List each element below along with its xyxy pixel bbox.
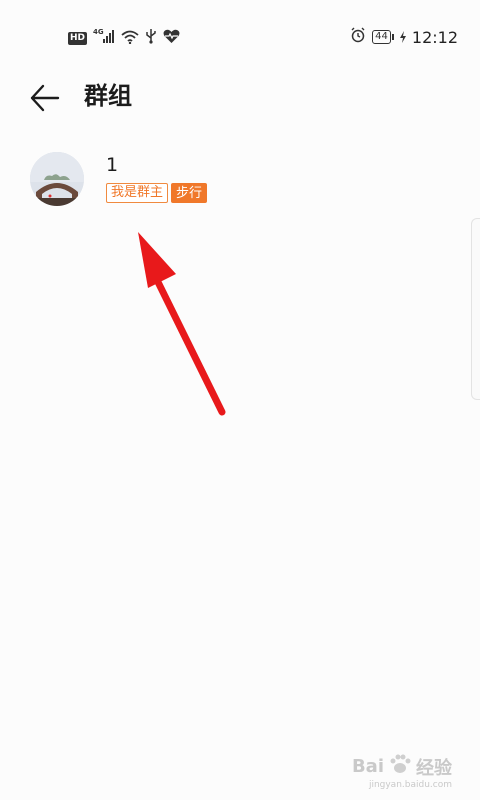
watermark-sub: jingyan.baidu.com bbox=[368, 780, 452, 790]
health-icon bbox=[163, 29, 180, 48]
usb-icon bbox=[145, 28, 157, 48]
owner-tag: 我是群主 bbox=[106, 183, 169, 203]
status-bar: HD 4G 44 12:12 bbox=[0, 0, 480, 76]
watermark-text-2: 经验 bbox=[416, 757, 452, 779]
page-title: 群组 bbox=[84, 82, 132, 110]
battery-level: 44 bbox=[372, 30, 391, 44]
status-left: HD 4G bbox=[68, 28, 180, 48]
walk-tag: 步行 bbox=[171, 183, 208, 203]
battery-tip bbox=[391, 34, 394, 40]
title-bar: 群组 bbox=[0, 76, 480, 116]
avatar-photo bbox=[30, 152, 84, 206]
charging-icon bbox=[399, 28, 406, 47]
paw-icon bbox=[388, 753, 412, 780]
status-right: 44 12:12 bbox=[350, 27, 458, 47]
hd-badge: HD bbox=[68, 31, 88, 45]
watermark-text: Bai bbox=[351, 756, 384, 777]
wifi-icon bbox=[121, 29, 139, 48]
baidu-watermark: Bai 经验 jingyan.baidu.com bbox=[351, 753, 452, 790]
annotation-arrow-icon bbox=[138, 232, 226, 416]
network-label: 4G bbox=[93, 28, 104, 36]
back-button[interactable] bbox=[28, 80, 60, 112]
alarm-icon bbox=[350, 27, 366, 47]
group-avatar bbox=[30, 152, 84, 206]
side-scroll-handle[interactable] bbox=[471, 218, 480, 400]
group-name: 1 bbox=[106, 154, 119, 176]
group-list-item[interactable]: 1 我是群主 步行 bbox=[0, 140, 480, 220]
back-arrow-icon bbox=[30, 84, 60, 112]
signal-icon: 4G bbox=[93, 28, 115, 48]
clock: 12:12 bbox=[411, 27, 458, 47]
group-tags: 我是群主 步行 bbox=[106, 183, 208, 203]
battery-indicator: 44 bbox=[372, 30, 394, 44]
